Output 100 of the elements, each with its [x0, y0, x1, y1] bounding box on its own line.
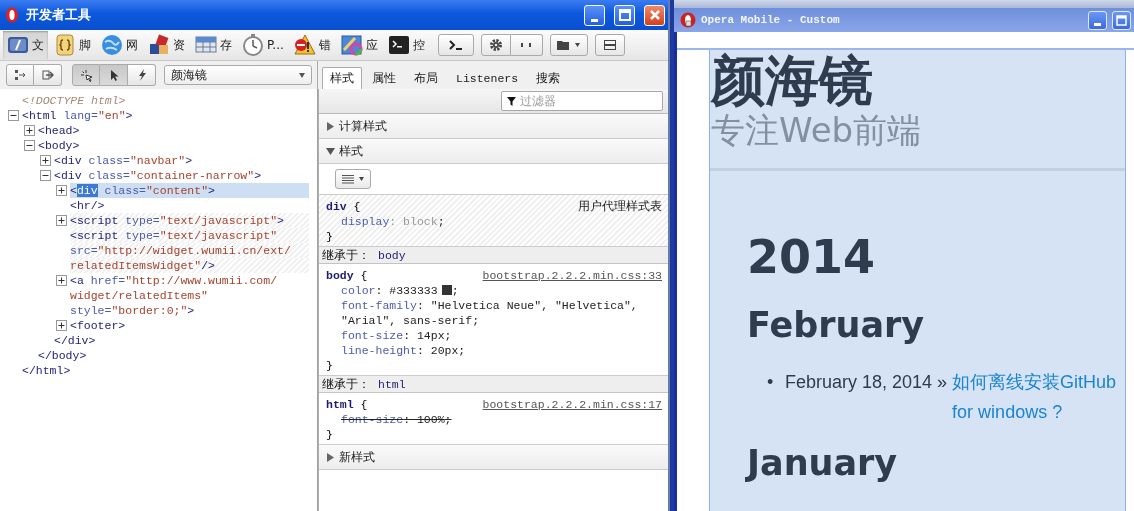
close-icon [648, 9, 661, 21]
dom-node-text[interactable]: src="http://widget.wumii.cn/ext/ [70, 243, 309, 258]
warning-icon [293, 34, 316, 56]
expand-icon[interactable] [24, 125, 35, 136]
settings-button[interactable] [480, 34, 511, 56]
terminal-icon [387, 34, 410, 56]
dom-node-text: </div> [54, 333, 97, 348]
dom-node-text[interactable]: <div class="container-narrow"> [54, 168, 309, 183]
table-icon [195, 34, 217, 56]
rule-selector: div { [326, 199, 361, 214]
expand-icon[interactable] [56, 215, 67, 226]
dom-node-text: </body> [38, 348, 88, 363]
panel-tab[interactable]: 布局 [406, 67, 446, 89]
dom-node-text[interactable]: <a href="http://www.wumii.com/ [70, 273, 309, 288]
dock-button[interactable] [594, 34, 625, 56]
console-button[interactable] [437, 34, 474, 56]
dom-node-text[interactable]: <div class="navbar"> [54, 153, 309, 168]
tool-tab[interactable]: P... [238, 31, 288, 59]
tree-button[interactable] [6, 64, 34, 86]
minimize-icon [591, 18, 598, 22]
minimize-button[interactable] [1088, 10, 1107, 30]
rule-selector: body { [326, 268, 368, 283]
stylesheet-link[interactable]: bootstrap.2.2.2.min.css:17 [482, 397, 662, 412]
tool-tab[interactable]: 错 [289, 31, 335, 59]
dom-node-text: </html> [22, 363, 72, 378]
tool-tab[interactable]: 控 [383, 31, 429, 59]
rule-selector: html { [326, 397, 368, 412]
css-declaration[interactable]: color: #333333 ; [326, 283, 641, 298]
tool-tab[interactable]: 存 [191, 31, 236, 59]
dom-node-text[interactable]: relatedItemsWidget"/> [70, 258, 309, 273]
panel-tab[interactable]: 搜索 [528, 67, 569, 89]
close-button[interactable] [644, 4, 665, 26]
inherited-selector[interactable]: html [378, 378, 406, 391]
dom-node-text[interactable]: widget/relatedItems" [70, 288, 309, 303]
section-header[interactable]: 新样式 [319, 445, 668, 470]
prompt-icon [448, 39, 463, 51]
tool-tab[interactable]: 应 [336, 31, 382, 59]
folder-menu-button[interactable] [549, 34, 588, 56]
month-heading: February [747, 305, 926, 345]
tool-tab[interactable]: 资 [144, 31, 189, 59]
more-button[interactable] [510, 34, 543, 56]
dom-node-text[interactable]: <body> [38, 138, 309, 153]
section-header[interactable]: 样式 [319, 139, 668, 164]
window-title: Opera Mobile - Custom [701, 14, 841, 26]
closing-brace: } [326, 229, 334, 244]
site-title: 颜海镜 [711, 51, 874, 111]
exit-arrow-icon [41, 69, 54, 81]
css-declaration[interactable]: display: block; [326, 214, 641, 229]
settings-icon [488, 38, 503, 52]
expand-icon[interactable] [56, 320, 67, 331]
inspect-mode-button[interactable] [128, 64, 156, 86]
list-icon [342, 174, 354, 184]
inherited-label: 继承于： [322, 377, 370, 391]
document-dropdown[interactable]: 颜海镜 [164, 65, 312, 85]
closing-brace: } [326, 358, 334, 373]
minimize-icon [1094, 22, 1101, 26]
view-menu-button[interactable] [335, 169, 371, 189]
collapse-icon[interactable] [40, 170, 51, 181]
braces-icon [54, 34, 76, 56]
stopwatch-icon [242, 34, 264, 56]
expand-icon[interactable] [40, 155, 51, 166]
inspect-mode-button[interactable] [72, 64, 100, 86]
caret-icon [575, 43, 581, 47]
tool-tab[interactable]: 文 [3, 31, 48, 59]
collapse-icon[interactable] [24, 140, 35, 151]
dom-node-text[interactable]: <hr/> [70, 198, 309, 213]
dom-node-text[interactable]: <script type="text/javascript" [70, 228, 309, 243]
panel-tab[interactable]: 属性 [364, 67, 404, 89]
maximize-icon [618, 9, 631, 21]
expand-icon[interactable] [56, 275, 67, 286]
stylesheet-link[interactable]: bootstrap.2.2.2.min.css:33 [482, 268, 662, 283]
filter-field[interactable]: 过滤器 [501, 91, 663, 111]
inherited-selector[interactable]: body [378, 249, 406, 262]
expand-icon[interactable] [56, 185, 67, 196]
maximize-button[interactable] [1112, 10, 1131, 30]
css-declaration[interactable]: font-family: "Helvetica Neue", "Helvetica", "Arial", sans-serif; [326, 298, 641, 328]
color-swatch[interactable] [441, 285, 452, 295]
inspect-mode-button[interactable] [100, 64, 128, 86]
caret-icon [299, 72, 305, 78]
rule-origin: 用户代理样式表 [578, 199, 662, 214]
caret-icon [359, 177, 364, 181]
panel-tab[interactable]: 样式 [322, 67, 362, 89]
exit-button[interactable] [34, 64, 62, 86]
tool-tab[interactable]: 脚 [50, 31, 95, 59]
dom-node-text[interactable]: <head> [38, 123, 309, 138]
section-header[interactable]: 计算样式 [319, 114, 668, 139]
dom-node-text[interactable]: style="border:0;"> [70, 303, 309, 318]
month-heading: January [747, 443, 899, 483]
dom-node-text[interactable]: <html lang="en"> [22, 108, 309, 123]
css-declaration[interactable]: line-height: 20px; [326, 343, 641, 358]
collapse-icon[interactable] [8, 110, 19, 121]
inherited-label: 继承于： [322, 248, 370, 262]
dom-node-text[interactable]: <script type="text/javascript"> [70, 213, 309, 228]
css-declaration[interactable]: font-size: 14px; [326, 328, 641, 343]
maximize-icon [1116, 14, 1127, 26]
css-declaration[interactable]: font-size: 100%; [326, 412, 641, 427]
tool-tab[interactable]: 网 [97, 31, 142, 59]
app-logo-icon [5, 7, 19, 23]
panel-tab[interactable]: Listeners [448, 67, 527, 89]
dom-node-text[interactable]: <footer> [70, 318, 309, 333]
